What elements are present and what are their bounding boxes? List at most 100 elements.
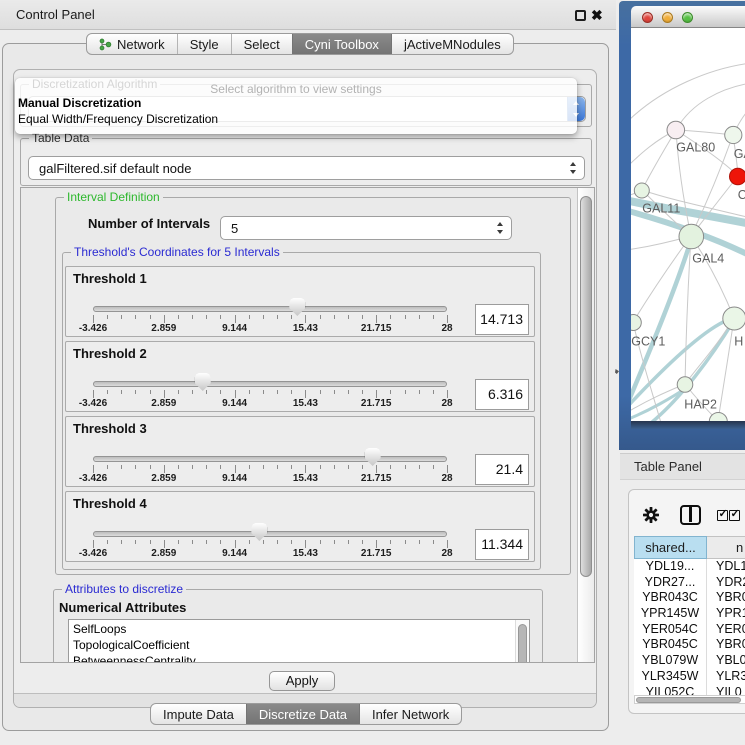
table-row[interactable]: YER054CYER0 (634, 622, 745, 638)
scrollbar-thumb[interactable] (518, 624, 527, 663)
slider-track[interactable] (93, 381, 447, 387)
minor-tick (291, 315, 292, 319)
float-window-icon[interactable] (575, 10, 586, 21)
minor-tick (249, 390, 250, 394)
cell-name[interactable]: YBR0 (707, 590, 745, 606)
node-label: GCY1 (631, 335, 665, 349)
table-row[interactable]: YBL079WYBL0 (634, 653, 745, 669)
cell-shared-name[interactable]: YBR045C (634, 637, 707, 653)
network-edge[interactable] (642, 130, 676, 190)
tick-label: 15.43 (293, 323, 318, 334)
tab-impute-data[interactable]: Impute Data (151, 704, 246, 724)
major-tick (376, 390, 377, 398)
tab-style[interactable]: Style (177, 34, 231, 54)
network-edge[interactable] (633, 236, 691, 322)
table-row[interactable]: YBR043CYBR0 (634, 590, 745, 606)
cell-name[interactable]: YER0 (707, 622, 745, 638)
table-data-combo[interactable]: galFiltered.sif default node (28, 156, 585, 180)
minor-tick (277, 540, 278, 544)
close-traffic-light[interactable] (642, 12, 653, 23)
table-horizontal-scrollbar[interactable] (634, 695, 745, 704)
major-tick (164, 390, 165, 398)
cell-shared-name[interactable]: YBR043C (634, 590, 707, 606)
checkbox-icon[interactable] (717, 510, 728, 521)
attributes-group: Attributes to discretize Numerical Attri… (53, 589, 543, 663)
table-row[interactable]: YPR145WYPR1 (634, 606, 745, 622)
minimize-traffic-light[interactable] (662, 12, 673, 23)
attributes-list-scrollbar[interactable] (515, 620, 529, 663)
cell-name[interactable]: YDL1 (707, 559, 745, 575)
table-row[interactable]: YLR345WYLR3 (634, 669, 745, 685)
list-item[interactable]: TopologicalCoefficient (73, 638, 529, 654)
tab-network[interactable]: Network (87, 34, 177, 54)
network-edge[interactable] (685, 318, 734, 384)
network-node[interactable] (677, 377, 693, 393)
list-item[interactable]: SelfLoops (73, 622, 529, 638)
dropdown-options: Manual DiscretizationEqual Width/Frequen… (15, 95, 577, 127)
dropdown-option[interactable]: Equal Width/Frequency Discretization (15, 111, 577, 127)
apply-button[interactable]: Apply (269, 671, 335, 691)
scrollbar-thumb[interactable] (636, 697, 741, 704)
cell-shared-name[interactable]: YER054C (634, 622, 707, 638)
close-icon[interactable]: ✖ (591, 4, 603, 26)
column-header[interactable]: n (707, 536, 745, 559)
table-row[interactable]: YDR27...YDR2 (634, 575, 745, 591)
network-node[interactable] (634, 183, 649, 198)
network-edge[interactable] (676, 83, 745, 130)
cell-shared-name[interactable]: YPR145W (634, 606, 707, 622)
network-node[interactable] (679, 224, 704, 249)
zoom-traffic-light[interactable] (682, 12, 693, 23)
tab-infer-network[interactable]: Infer Network (359, 704, 461, 724)
network-node[interactable] (723, 307, 745, 330)
network-node[interactable] (730, 168, 745, 185)
threshold-value-field[interactable]: 21.4 (475, 454, 529, 485)
tab-cyni-toolbox[interactable]: Cyni Toolbox (292, 34, 391, 54)
table-data-group: Table Data galFiltered.sif default node (20, 138, 592, 186)
slider-thumb[interactable] (289, 298, 305, 316)
slider-track[interactable] (93, 456, 447, 462)
cell-shared-name[interactable]: YBL079W (634, 653, 707, 669)
columns-icon[interactable] (680, 505, 701, 525)
column-header[interactable]: shared... (634, 536, 707, 559)
tab-select[interactable]: Select (231, 34, 292, 54)
cell-shared-name[interactable]: YDR27... (634, 575, 707, 591)
network-node[interactable] (725, 126, 742, 143)
slider-track[interactable] (93, 531, 447, 537)
cell-shared-name[interactable]: YLR345W (634, 669, 707, 685)
minor-tick (277, 465, 278, 469)
cell-name[interactable]: YLR3 (707, 669, 745, 685)
tab-discretize-data[interactable]: Discretize Data (246, 704, 359, 724)
minor-tick (348, 465, 349, 469)
slider-track[interactable] (93, 306, 447, 312)
scrollbar-thumb[interactable] (580, 196, 592, 577)
number-of-intervals-combo[interactable]: 5 (220, 216, 512, 240)
settings-vertical-scrollbar[interactable] (577, 188, 594, 662)
cell-name[interactable]: YPR1 (707, 606, 745, 622)
network-node[interactable] (667, 121, 685, 139)
major-tick (305, 540, 306, 548)
dropdown-option[interactable]: Manual Discretization (15, 95, 577, 111)
slider-thumb[interactable] (195, 373, 211, 391)
network-node[interactable] (631, 315, 641, 331)
threshold-value-field[interactable]: 6.316 (475, 379, 529, 410)
network-canvas[interactable]: GAL80GAL2CDCGAL11GAL4GCY1HHAP2 (631, 28, 745, 421)
tick-label: -3.426 (79, 473, 107, 484)
network-node[interactable] (709, 413, 727, 422)
table-row[interactable]: YBR045CYBR0 (634, 637, 745, 653)
slider-thumb[interactable] (365, 448, 381, 466)
threshold-value-field[interactable]: 11.344 (475, 529, 529, 560)
combo-value: 5 (231, 217, 238, 240)
cell-name[interactable]: YBR0 (707, 637, 745, 653)
checkbox-icon[interactable] (729, 510, 740, 521)
cell-name[interactable]: YDR2 (707, 575, 745, 591)
cell-shared-name[interactable]: YDL19... (634, 559, 707, 575)
table-row[interactable]: YDL19...YDL1 (634, 559, 745, 575)
dropdown-prompt-item[interactable]: Select algorithm to view settings (15, 78, 577, 95)
tick-label: 15.43 (293, 548, 318, 559)
slider-thumb[interactable] (251, 523, 267, 541)
list-item[interactable]: BetweennessCentrality (73, 654, 529, 663)
threshold-value-field[interactable]: 14.713 (475, 304, 529, 335)
gear-icon[interactable] (643, 507, 659, 523)
cell-name[interactable]: YBL0 (707, 653, 745, 669)
tab-jactivemnodules[interactable]: jActiveMNodules (391, 34, 513, 54)
